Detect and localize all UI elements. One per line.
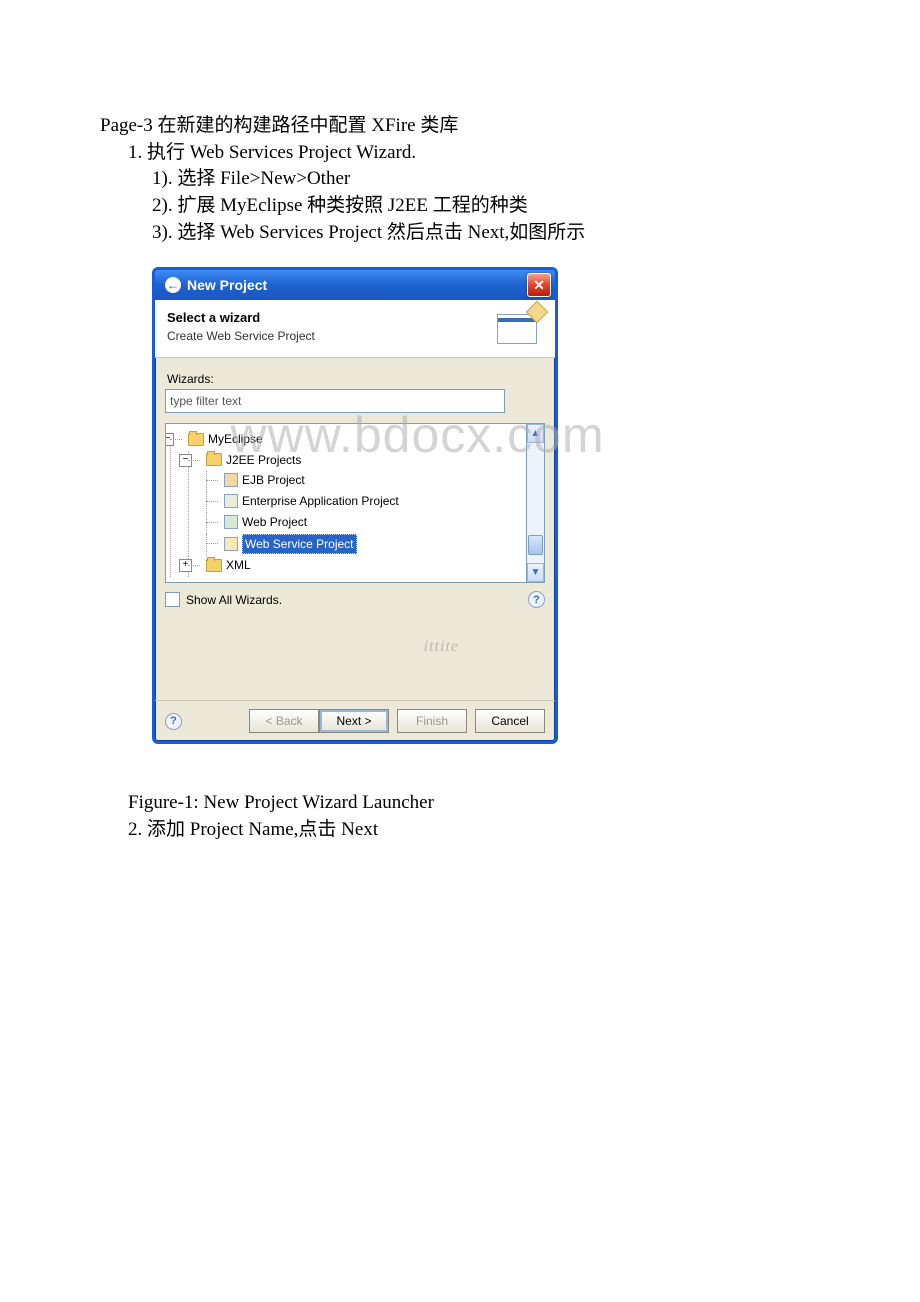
step-1-2: 2). 扩展 MyEclipse 种类按照 J2EE 工程的种类 <box>100 193 820 219</box>
checkbox-icon <box>165 592 180 607</box>
tree-label: Web Project <box>242 513 307 531</box>
tree-node-j2ee[interactable]: J2EE Projects <box>206 451 301 469</box>
tree-label: XML <box>226 556 251 574</box>
expander-icon[interactable]: + <box>179 559 192 572</box>
wizards-label: Wizards: <box>167 372 545 386</box>
wizard-title: Select a wizard <box>167 310 543 325</box>
scroll-down-icon[interactable]: ▼ <box>527 563 544 582</box>
wizard-filter-input[interactable] <box>165 389 505 413</box>
help-icon[interactable]: ? <box>165 713 182 730</box>
step-1-1: 1). 选择 File>New>Other <box>100 166 820 192</box>
watermark-sub: ittite <box>424 638 459 656</box>
dialog-title: New Project <box>187 277 267 293</box>
scroll-up-icon[interactable]: ▲ <box>527 424 544 443</box>
tree-label: Enterprise Application Project <box>242 492 399 510</box>
scroll-thumb[interactable] <box>528 535 543 555</box>
tree-leaf-ws[interactable]: Web Service Project <box>224 534 357 554</box>
step-2: 2. 添加 Project Name,点击 Next <box>128 817 820 843</box>
help-icon[interactable]: ? <box>528 591 545 608</box>
tree-leaf-ejb[interactable]: EJB Project <box>224 471 305 489</box>
step-1: 1. 执行 Web Services Project Wizard. <box>100 140 820 166</box>
next-button[interactable]: Next > <box>319 709 389 733</box>
cancel-button[interactable]: Cancel <box>475 709 545 733</box>
back-button[interactable]: < Back <box>249 709 319 733</box>
folder-closed-icon <box>206 559 222 572</box>
dialog-button-bar: ? < Back Next > Finish Cancel <box>155 700 555 741</box>
wizard-tree[interactable]: − MyEclipse − J2EE Projects <box>165 423 527 583</box>
folder-open-icon <box>188 433 204 446</box>
tree-leaf-ear[interactable]: Enterprise Application Project <box>224 492 399 510</box>
expander-icon[interactable]: − <box>165 433 174 446</box>
tree-label-selected: Web Service Project <box>242 534 357 554</box>
tree-label: EJB Project <box>242 471 305 489</box>
folder-open-icon <box>206 453 222 466</box>
close-button[interactable]: ✕ <box>527 273 551 297</box>
figure-caption: Figure-1: New Project Wizard Launcher <box>128 790 820 816</box>
show-all-wizards-checkbox[interactable]: Show All Wizards. <box>165 592 282 607</box>
page-heading: Page-3 在新建的构建路径中配置 XFire 类库 <box>100 113 820 139</box>
tree-label: J2EE Projects <box>226 451 301 469</box>
ejb-project-icon <box>224 473 238 487</box>
step-1-3: 3). 选择 Web Services Project 然后点击 Next,如图… <box>100 220 820 246</box>
dialog-header: Select a wizard Create Web Service Proje… <box>155 300 555 358</box>
wizard-banner-icon <box>489 304 545 348</box>
dialog-titlebar[interactable]: ← New Project ✕ <box>155 270 555 300</box>
back-arrow-icon: ← <box>165 277 181 293</box>
tree-node-xml[interactable]: XML <box>206 556 251 574</box>
wizard-subtitle: Create Web Service Project <box>167 329 543 343</box>
tree-leaf-web[interactable]: Web Project <box>224 513 307 531</box>
checkbox-label: Show All Wizards. <box>186 593 282 607</box>
tree-label: MyEclipse <box>208 430 263 448</box>
finish-button[interactable]: Finish <box>397 709 467 733</box>
close-icon: ✕ <box>533 277 545 294</box>
new-project-dialog: ← New Project ✕ Select a wizard Create W… <box>152 267 558 744</box>
web-project-icon <box>224 515 238 529</box>
tree-scrollbar[interactable]: ▲ ▼ <box>527 423 545 583</box>
expander-icon[interactable]: − <box>179 454 192 467</box>
tree-node-myeclipse[interactable]: MyEclipse <box>188 430 263 448</box>
web-service-project-icon <box>224 537 238 551</box>
ear-project-icon <box>224 494 238 508</box>
